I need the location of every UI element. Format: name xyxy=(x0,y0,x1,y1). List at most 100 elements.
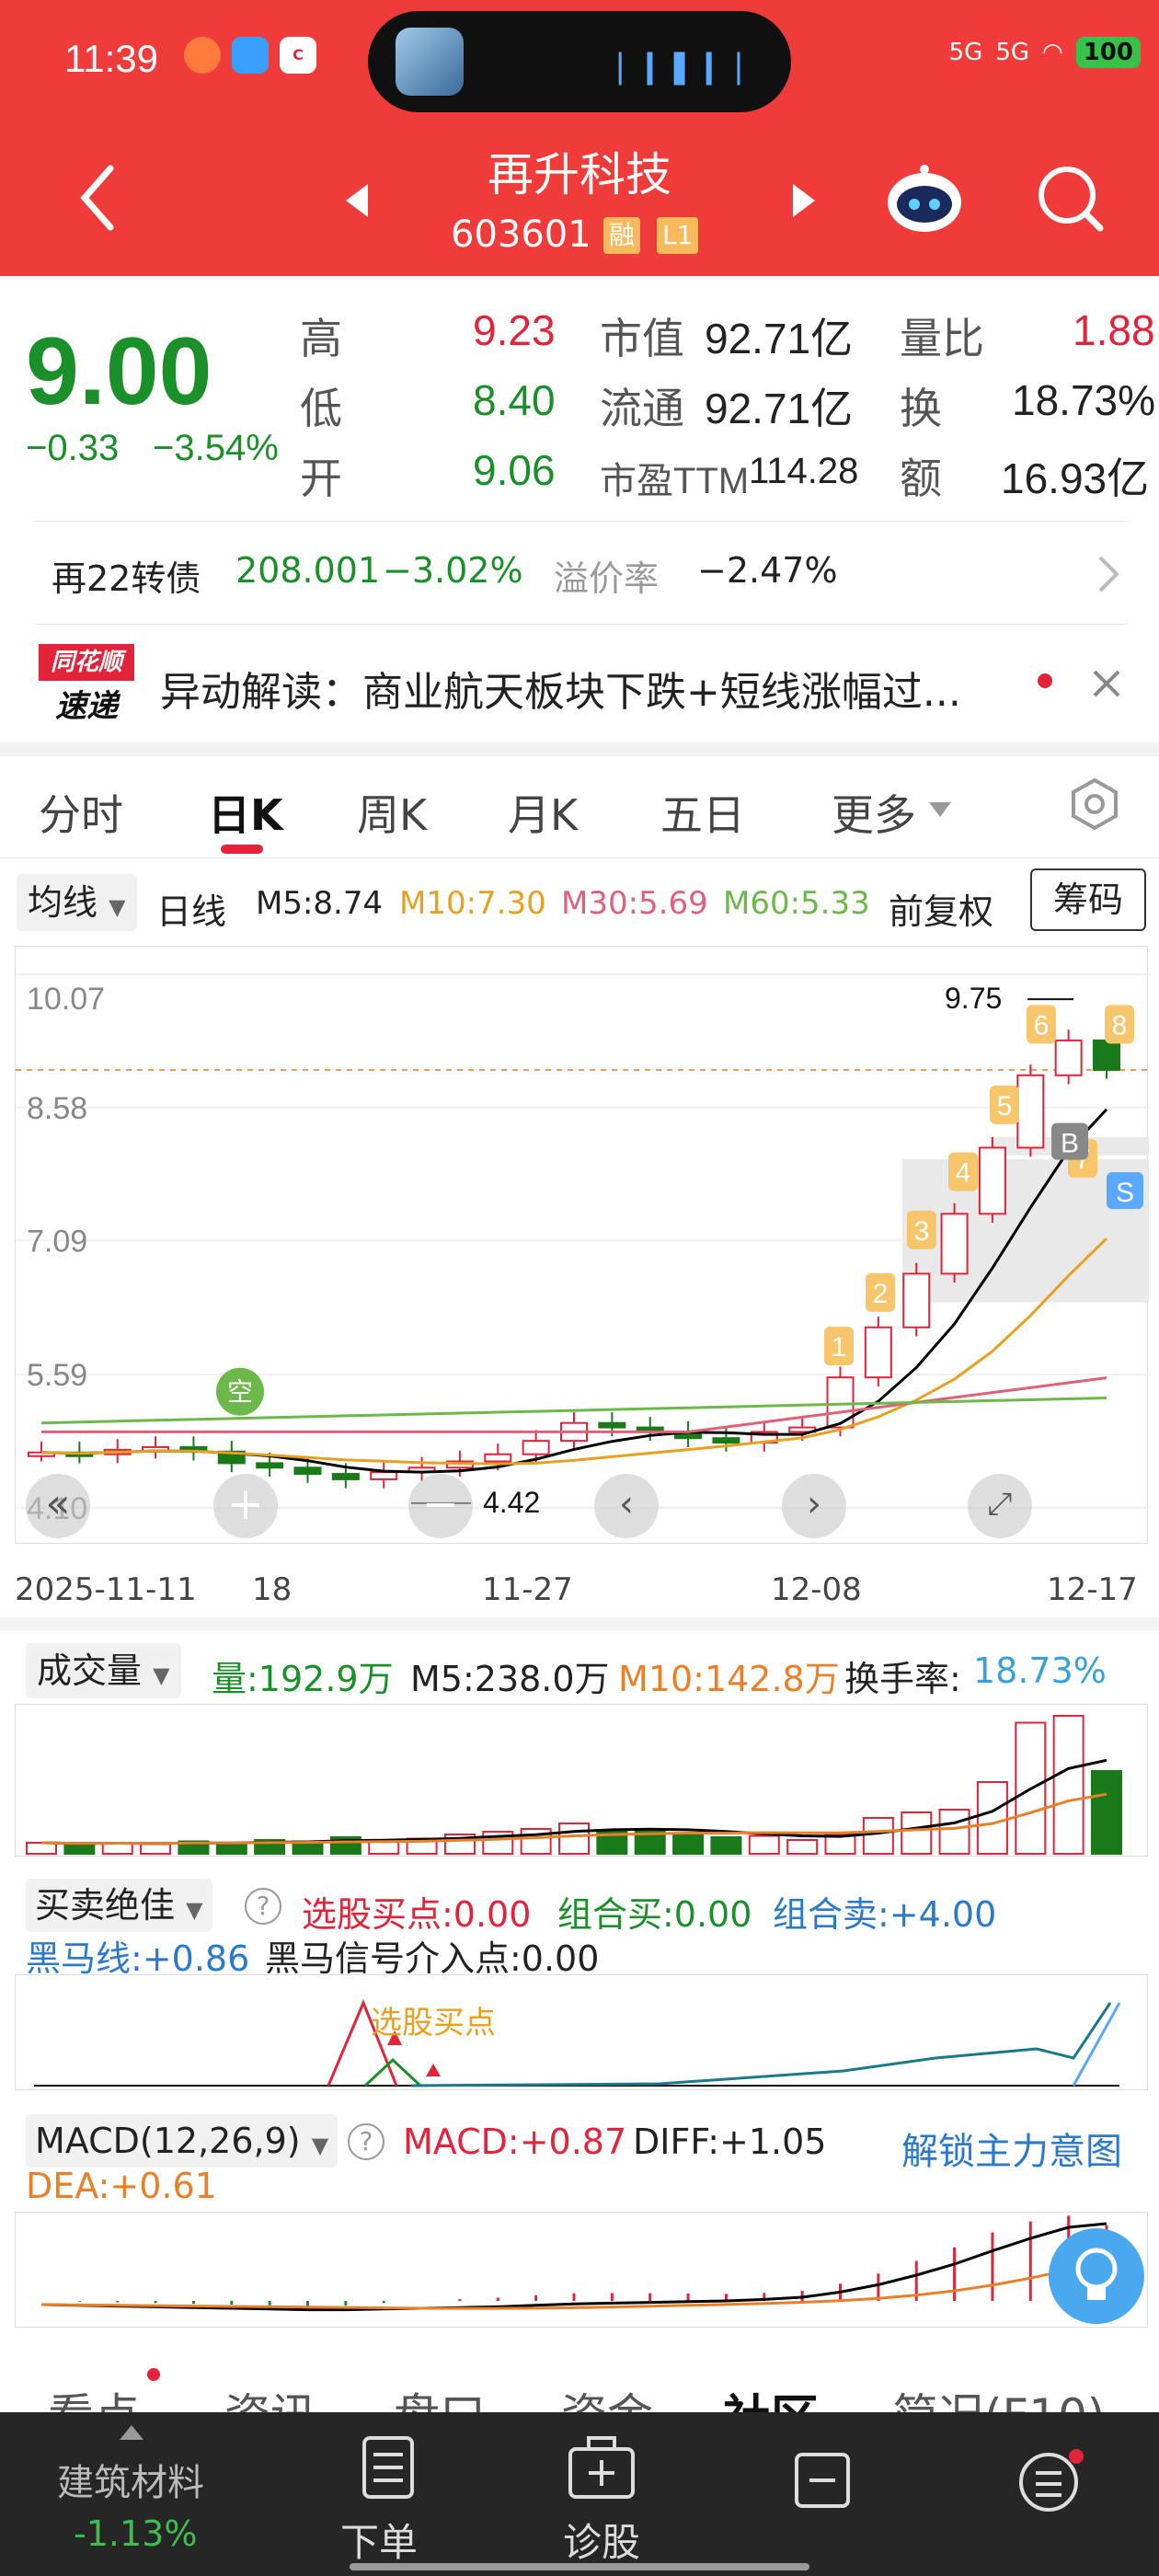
kline-chart[interactable]: 10.078.587.095.594.10123456789.754.42BS空 xyxy=(15,946,1151,1544)
tab-order-book[interactable]: 盘口 xyxy=(394,2379,486,2416)
chevron-down-icon xyxy=(929,802,951,817)
chips-button[interactable]: 筹码 xyxy=(1030,868,1146,931)
signal-title: 买卖绝佳 xyxy=(35,1885,176,1926)
unlock-link[interactable]: 解锁主力意图 xyxy=(901,2122,1122,2175)
scroll-right-icon[interactable]: › xyxy=(782,1474,846,1538)
diff-value: DIFF:+1.05 xyxy=(633,2122,827,2162)
tab-community[interactable]: 社区 xyxy=(723,2379,819,2416)
chevron-down-icon: ▼ xyxy=(153,1662,170,1688)
mcap-value: 92.71亿 xyxy=(705,315,854,362)
candle xyxy=(256,1462,284,1469)
menu-icon[interactable] xyxy=(1016,2445,1089,2519)
tab-profile[interactable]: 简况(F10) xyxy=(892,2379,1105,2416)
stock-name: 再升科技 xyxy=(488,148,671,201)
signal-icon-2: 5G xyxy=(995,39,1030,66)
x-tick-label: 12-17 xyxy=(1047,1571,1138,1608)
scroll-left-icon[interactable]: ‹ xyxy=(594,1474,659,1538)
unread-dot xyxy=(1038,673,1052,688)
sector-name[interactable]: 建筑材料 xyxy=(57,2453,204,2506)
margin-tag: 融 xyxy=(603,217,641,254)
section-gap xyxy=(0,742,1159,756)
tab-daily-k[interactable]: 日K xyxy=(208,782,283,843)
volume-bar xyxy=(976,1781,1008,1855)
bottom-content-tabs: 看点 资讯 盘口 资金 社区 简况(F10) xyxy=(0,2342,1159,2416)
battery-icon: 100 xyxy=(1075,37,1141,68)
low-value: 8.40 xyxy=(473,376,556,424)
prev-stock-icon[interactable] xyxy=(342,182,372,223)
volume-title: 成交量 xyxy=(37,1650,143,1691)
robot-assistant-icon[interactable] xyxy=(885,164,964,237)
volume-bar xyxy=(672,1834,705,1855)
dynamic-island[interactable]: ❘❙❚❙❘ xyxy=(368,11,791,112)
indicator-select[interactable]: 均线 ▼ xyxy=(17,874,137,931)
help-icon[interactable]: ? xyxy=(245,1888,281,1925)
zoom-out-icon[interactable]: − xyxy=(408,1474,473,1538)
news-flash-row[interactable]: 同花顺 速递 异动解读：商业航天板块下跌+短线涨幅过... xyxy=(0,635,1159,736)
tab-more[interactable]: 更多 xyxy=(832,782,916,843)
settings-icon[interactable] xyxy=(1067,776,1122,832)
volume-bar xyxy=(558,1823,590,1855)
pe-value: 114.28 xyxy=(749,451,859,491)
home-indicator xyxy=(350,2563,809,2570)
order-button[interactable]: 下单 xyxy=(333,2434,443,2572)
help-icon[interactable]: ? xyxy=(348,2123,384,2160)
tab-timeshare[interactable]: 分时 xyxy=(39,782,123,843)
price-change: −0.33 xyxy=(26,428,120,468)
tab-capital[interactable]: 资金 xyxy=(561,2379,653,2416)
volume-bar xyxy=(710,1836,742,1855)
volume-indicator-select[interactable]: 成交量 ▼ xyxy=(26,1643,181,1698)
notification-icons: C xyxy=(184,37,316,74)
next-stock-icon[interactable] xyxy=(789,182,819,223)
y-tick-label: 7.09 xyxy=(27,1225,87,1259)
bond-pct: −3.02% xyxy=(383,550,523,591)
zoom-in-icon[interactable]: + xyxy=(213,1474,278,1538)
tab-weekly-k[interactable]: 周K xyxy=(357,782,427,843)
tab-highlights[interactable]: 看点 xyxy=(48,2379,140,2416)
chart-controls: « + − ‹ › ⤢ xyxy=(18,1474,1141,1538)
convertible-bond-row[interactable]: 再22转债 208.001 −3.02% 溢价率 −2.47% xyxy=(0,534,1159,622)
buy-point-label: 选股买点 xyxy=(371,2005,496,2041)
open-value: 9.06 xyxy=(473,446,556,494)
tips-lightbulb-icon[interactable] xyxy=(1049,2228,1144,2324)
unread-dot xyxy=(147,2368,160,2381)
period-high-label: 9.75 xyxy=(945,982,1002,1015)
chevron-right-icon xyxy=(1098,556,1119,592)
signal-svg xyxy=(34,1999,1121,2087)
tab-monthly-k[interactable]: 月K xyxy=(508,782,578,843)
ma10-value: M10:7.30 xyxy=(399,885,546,922)
candle xyxy=(484,1453,512,1463)
macd-chart[interactable] xyxy=(15,2212,1148,2328)
high-label: 高 xyxy=(300,315,342,362)
divider xyxy=(33,521,1128,522)
low-label: 低 xyxy=(300,385,342,432)
volume-chart[interactable] xyxy=(15,1704,1148,1857)
x-tick-label: 2025-11-11 xyxy=(15,1571,197,1608)
rewind-icon[interactable]: « xyxy=(26,1474,90,1538)
counter-label: 1 xyxy=(832,1332,847,1363)
pe-label: 市盈TTM xyxy=(600,461,750,501)
volume-bar xyxy=(901,1811,933,1855)
volume-bar xyxy=(215,1842,247,1855)
signal-indicator-select[interactable]: 买卖绝佳 ▼ xyxy=(26,1879,212,1932)
diagnose-button[interactable]: 诊股 xyxy=(546,2434,657,2572)
macd-indicator-select[interactable]: MACD(12,26,9) ▼ xyxy=(26,2114,339,2168)
volume-bar xyxy=(63,1843,96,1855)
tab-news[interactable]: 资讯 xyxy=(224,2379,316,2416)
combo-sell-value: 组合卖:+4.00 xyxy=(773,1894,997,1935)
fullscreen-icon[interactable]: ⤢ xyxy=(968,1474,1032,1538)
turnover-label: 换 xyxy=(900,385,942,432)
signal-chart[interactable]: 选股买点 xyxy=(15,1974,1148,2090)
tab-five-day[interactable]: 五日 xyxy=(660,782,745,843)
candle xyxy=(940,1213,969,1275)
search-icon[interactable] xyxy=(1036,164,1106,234)
adjust-mode[interactable]: 前复权 xyxy=(889,883,993,934)
collapse-icon[interactable] xyxy=(791,2449,855,2513)
ma5-value: M5:8.74 xyxy=(256,885,384,922)
candle xyxy=(826,1376,855,1429)
close-icon[interactable] xyxy=(1091,668,1122,699)
section-gap xyxy=(0,1617,1159,1630)
news-text: 异动解读：商业航天板块下跌+短线涨幅过... xyxy=(160,669,961,716)
audio-wave-icon: ❘❙❚❙❘ xyxy=(606,48,754,86)
dea-line xyxy=(40,2260,1107,2310)
mcap-label: 市值 xyxy=(600,315,684,362)
